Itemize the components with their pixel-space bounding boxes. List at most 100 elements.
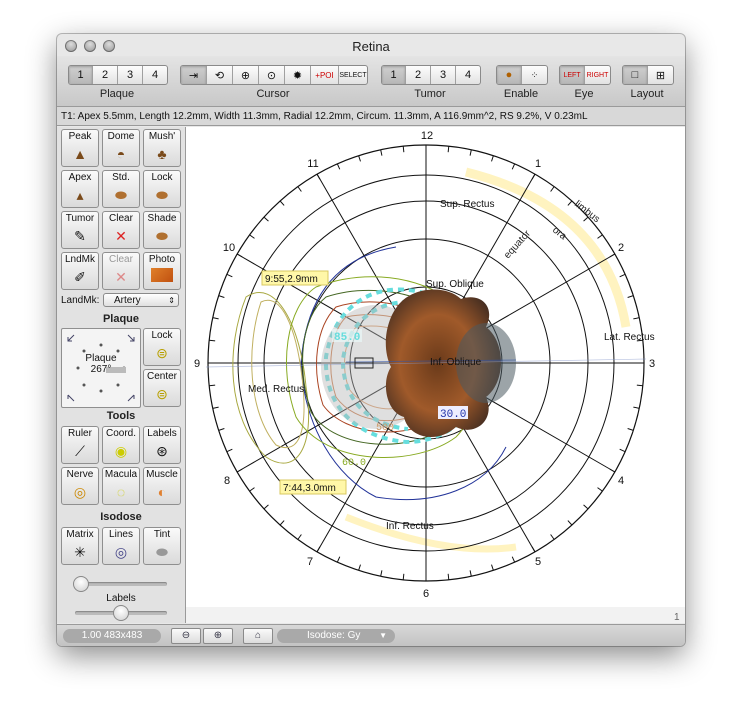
tint-slider[interactable]: [73, 576, 167, 592]
clear-tumor-button[interactable]: Clear ✕: [102, 211, 140, 249]
tumor-4-tab[interactable]: 4: [456, 66, 480, 84]
photo-button[interactable]: Photo: [143, 252, 181, 290]
plaque-lock-button[interactable]: Lock ⊜: [143, 328, 181, 366]
plaque-lock-label: Lock: [151, 330, 173, 341]
outer-tick: [550, 186, 555, 192]
muscle-button[interactable]: Muscle ◐: [143, 467, 181, 505]
peak-button[interactable]: Peak ▲: [61, 129, 99, 167]
isodose-units-value: Isodose: Gy: [307, 630, 361, 641]
coordinates-button[interactable]: Coord. ◉: [102, 426, 140, 464]
clock-6: 6: [423, 588, 429, 600]
landmark-button[interactable]: LndMk ✐: [61, 252, 99, 290]
eye-right-button[interactable]: RIGHT: [585, 66, 610, 84]
labels-dial-icon: ⊛: [156, 443, 168, 459]
outer-tick: [336, 163, 341, 170]
outer-tick: [380, 570, 383, 577]
landmark-select[interactable]: Artery ⇕: [103, 293, 179, 307]
outer-tick: [447, 573, 450, 580]
tint-slider-knob[interactable]: [73, 576, 89, 592]
zoom-in-icon[interactable]: ⊕: [203, 628, 233, 644]
photo-label: Photo: [148, 254, 176, 265]
layout-grid-icon[interactable]: ⊞: [648, 66, 673, 84]
labels-button[interactable]: Labels ⊛: [143, 426, 181, 464]
outer-tick: [597, 487, 603, 492]
clear-landmark-icon: ✕: [115, 269, 127, 285]
plaque-center-label: Center: [146, 371, 177, 382]
outer-tick: [358, 564, 361, 571]
chevron-down-icon: ▼: [379, 631, 387, 640]
toolbar: 1 2 3 4 Plaque ⇥ ⟲ ⊕ ⊙ ✹ +POI SELECT Cur…: [57, 56, 685, 107]
retina-diagram: 12 1 2 3 4 5 6 7 8 9 10 11 limbus ora eq…: [186, 130, 685, 623]
mushroom-button[interactable]: Mush' ♣: [143, 129, 181, 167]
macula-icon: ◌: [116, 484, 126, 500]
enable-single-icon[interactable]: ●: [497, 66, 522, 84]
cursor-target-icon[interactable]: ⊕: [233, 66, 259, 84]
dome-button[interactable]: Dome ◓: [102, 129, 140, 167]
lines-button[interactable]: Lines ◎: [102, 527, 140, 565]
plaque-4-tab[interactable]: 4: [143, 66, 167, 84]
cursor-poi-icon[interactable]: +POI: [311, 66, 339, 84]
plaque-lock-icon: ⊜: [156, 345, 168, 361]
tumor-button[interactable]: Tumor ✎: [61, 211, 99, 249]
labels-slider[interactable]: [75, 605, 167, 621]
tumor-1-tab[interactable]: 1: [382, 66, 406, 84]
clear-landmark-button[interactable]: Clear ✕: [102, 252, 140, 290]
outer-tick: [469, 570, 472, 577]
inf-oblique-label: Inf. Oblique: [430, 357, 482, 368]
layout-group-label: Layout: [630, 88, 664, 100]
macula-button[interactable]: Macula ◌: [102, 467, 140, 505]
shade-button[interactable]: Shade ⬬: [143, 211, 181, 249]
outer-tick: [316, 546, 321, 553]
isodose-units-select[interactable]: Isodose: Gy ▼: [277, 629, 395, 643]
apex-label: Apex: [68, 172, 92, 183]
outer-tick: [469, 149, 472, 156]
ruler-button[interactable]: Ruler ⟋: [61, 426, 99, 464]
outer-tick: [316, 173, 321, 180]
cursor-move-icon[interactable]: ⇥: [181, 66, 207, 84]
cursor-select-icon[interactable]: SELECT: [339, 66, 367, 84]
eye-left-button[interactable]: LEFT: [560, 66, 585, 84]
tint-button[interactable]: Tint ⬬: [143, 527, 181, 565]
cursor-gear-icon[interactable]: ✹: [285, 66, 311, 84]
nerve-label: Nerve: [66, 469, 94, 480]
enable-multi-icon[interactable]: ⁘: [522, 66, 547, 84]
tumor-3-tab[interactable]: 3: [431, 66, 456, 84]
landmark-select-value: Artery: [114, 295, 141, 306]
dome-shape-icon: ◓: [116, 146, 126, 162]
muscle-icon: ◐: [157, 484, 167, 500]
outer-tick: [491, 155, 494, 162]
home-icon[interactable]: ⌂: [243, 628, 273, 644]
clock-11: 11: [307, 158, 318, 170]
cursor-rotate-icon[interactable]: ⟲: [207, 66, 233, 84]
cursor-arrow-icon[interactable]: ⊙: [259, 66, 285, 84]
landmark-select-label: LandMk:: [61, 295, 100, 306]
plaque-2-tab[interactable]: 2: [93, 66, 118, 84]
plaque-center-button[interactable]: Center ⊜: [143, 369, 181, 407]
plaque-center-icon: ⊜: [156, 386, 168, 402]
scroll-value: 1: [674, 612, 680, 623]
clock-4: 4: [618, 475, 624, 487]
landmark-label: LndMk: [64, 254, 95, 265]
lock-shape-button[interactable]: Lock ⬬: [143, 170, 181, 208]
outer-tick: [583, 504, 589, 510]
outer-tick: [249, 487, 255, 492]
labels-slider-knob[interactable]: [113, 605, 129, 621]
nerve-button[interactable]: Nerve ◎: [61, 467, 99, 505]
matrix-button[interactable]: Matrix ✳: [61, 527, 99, 565]
tumor-2-tab[interactable]: 2: [406, 66, 431, 84]
ruler-icon: ⟋: [75, 443, 85, 459]
plaque-3-tab[interactable]: 3: [118, 66, 143, 84]
plaque-1-tab[interactable]: 1: [69, 66, 93, 84]
plaque-rotation-control[interactable]: Plaque 267°: [61, 328, 141, 408]
outer-tick: [263, 216, 269, 222]
ora-label: ora: [550, 225, 569, 243]
outer-tick: [511, 163, 516, 170]
retina-map-canvas[interactable]: 12 1 2 3 4 5 6 7 8 9 10 11 limbus ora eq…: [186, 127, 685, 623]
horizontal-scrollbar[interactable]: [186, 607, 685, 623]
layout-single-icon[interactable]: □: [623, 66, 648, 84]
outer-tick: [218, 295, 225, 298]
standard-button[interactable]: Std. ⬬: [102, 170, 140, 208]
apex-button[interactable]: Apex ▴: [61, 170, 99, 208]
outer-tick: [402, 146, 405, 153]
zoom-out-icon[interactable]: ⊖: [171, 628, 201, 644]
